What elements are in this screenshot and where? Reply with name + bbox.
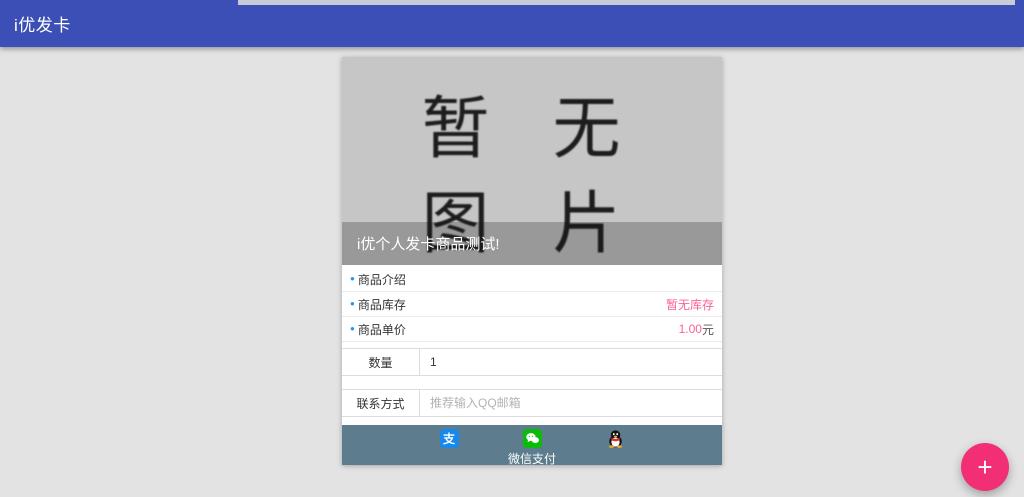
wechat-pay-label: 微信支付 [508,450,556,464]
alipay-pay-button[interactable]: 支 [408,425,491,465]
alipay-icon: 支 [440,429,459,448]
wechat-icon [523,429,542,448]
product-info-list: ● 商品介绍 ● 商品库存 暂无库存 ● 商品单价 1.00 元 [342,265,722,342]
price-value: 1.00 [679,322,702,336]
info-row-price: ● 商品单价 1.00 元 [342,317,722,342]
bullet-icon: ● [350,275,355,283]
site-brand-title[interactable]: i优发卡 [14,11,71,36]
quantity-label: 数量 [342,349,420,375]
app-header: i优发卡 [0,0,1024,47]
product-image: 暂 无 图 片 i优个人发卡商品测试! [342,57,722,265]
bullet-icon: ● [350,325,355,333]
contact-input[interactable] [420,390,722,416]
add-button[interactable]: + [961,443,1009,491]
qq-icon [606,429,625,448]
info-row-stock: ● 商品库存 暂无库存 [342,292,722,317]
info-row-intro: ● 商品介绍 [342,267,722,292]
price-unit: 元 [702,321,714,338]
payment-bar: 支 微信支付 [342,425,722,465]
qq-pay-button[interactable] [574,425,657,465]
info-label: 商品单价 [358,321,406,338]
contact-label: 联系方式 [342,390,420,416]
spacer [342,417,722,425]
product-title: i优个人发卡商品测试! [342,222,722,265]
info-label: 商品库存 [358,296,406,313]
stock-status: 暂无库存 [666,296,714,313]
contact-row: 联系方式 [342,389,722,417]
placeholder-line-1: 暂 无 [342,82,722,177]
info-label: 商品介绍 [358,271,406,288]
quantity-input[interactable] [420,349,722,375]
wechat-pay-button[interactable]: 微信支付 [491,425,574,465]
product-card: 暂 无 图 片 i优个人发卡商品测试! ● 商品介绍 ● 商品库存 暂无库存 ●… [342,57,722,465]
bullet-icon: ● [350,300,355,308]
top-scrollbar-strip[interactable] [238,0,1015,5]
quantity-row: 数量 [342,348,722,376]
